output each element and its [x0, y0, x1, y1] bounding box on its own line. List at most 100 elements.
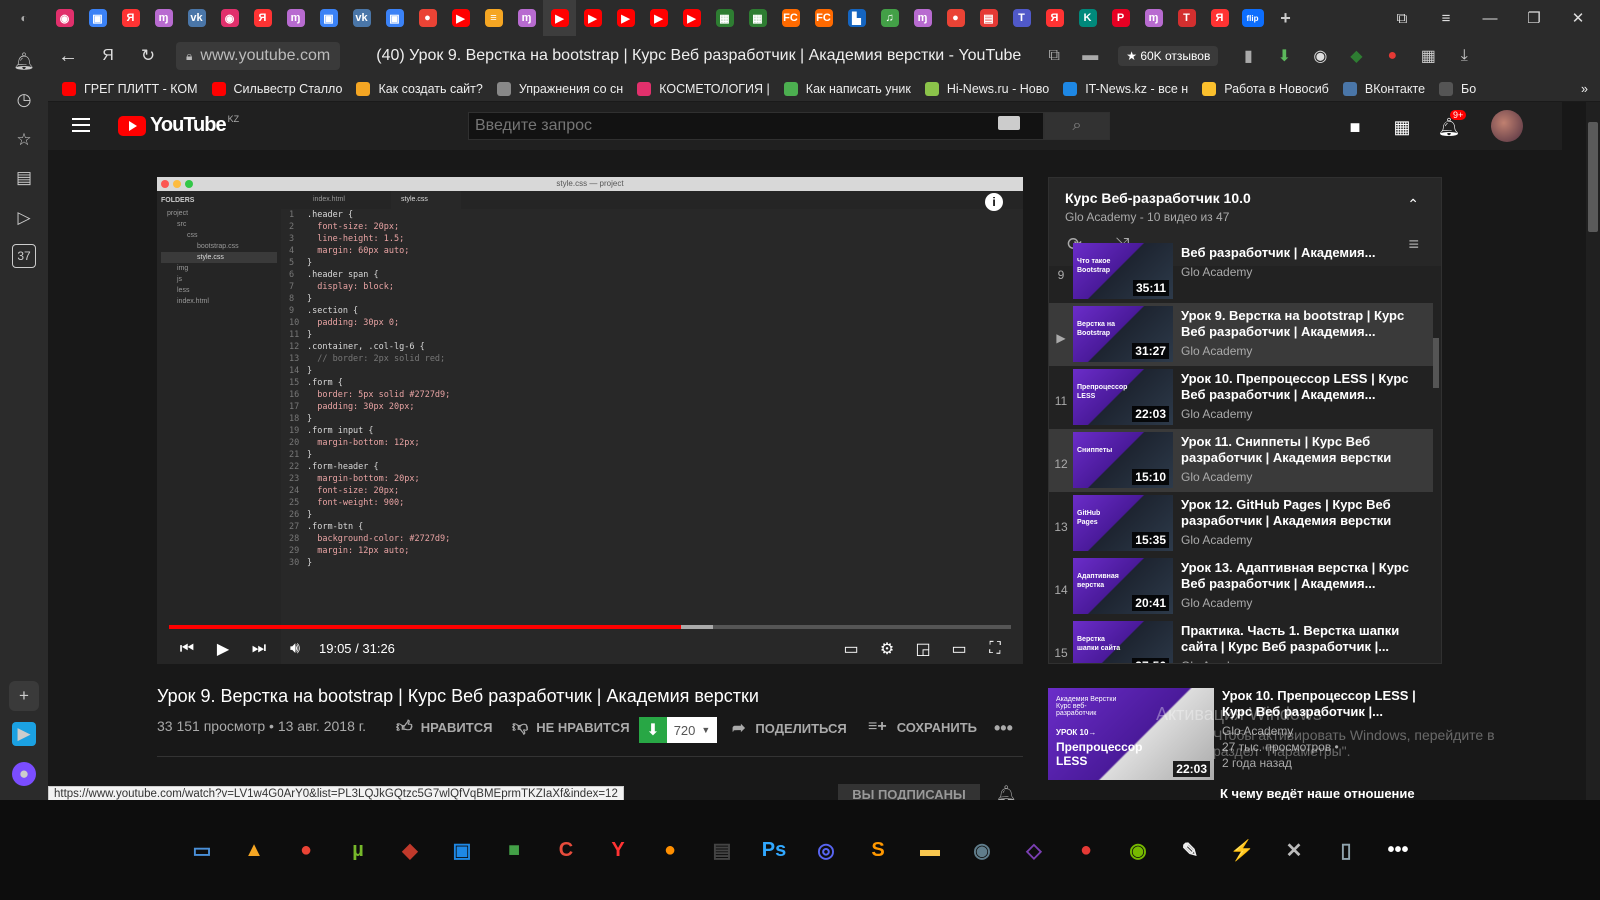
playlist-thumbnail[interactable]: Препроцессор LESS 22:03	[1073, 369, 1173, 425]
add-panel-icon[interactable]: +	[9, 681, 39, 711]
bookmark-item[interactable]: ВКонтакте	[1342, 81, 1425, 96]
avatar[interactable]	[1491, 110, 1523, 142]
progress-bar[interactable]	[169, 625, 1011, 629]
bookmark-item[interactable]: Hi-News.ru - Ново	[924, 81, 1049, 96]
tab-youtube-icon[interactable]: ▶	[642, 0, 675, 36]
calendar-icon[interactable]: 37	[12, 244, 36, 268]
bookmark-item[interactable]: Работа в Новосиб	[1202, 81, 1329, 96]
camera-icon[interactable]: ◉	[960, 828, 1004, 872]
playlist-item-title[interactable]: Урок 11. Сниппеты | Курс Веб разработчик…	[1181, 434, 1431, 466]
tab-chrome-icon[interactable]: ●	[411, 0, 444, 36]
theater-icon[interactable]: ▭	[941, 633, 977, 664]
star-icon[interactable]: ☆	[12, 128, 36, 152]
bulb-ext-icon[interactable]: ◉	[1302, 36, 1338, 76]
notification-bell-icon[interactable]: 🔔︎	[996, 784, 1016, 800]
apps-icon[interactable]: ▦	[1391, 116, 1413, 138]
lightning-icon[interactable]: ⚡	[1220, 828, 1264, 872]
search-button[interactable]: ⌕	[1044, 112, 1110, 140]
tab-m-icon[interactable]: ɱ	[906, 0, 939, 36]
playlist-title[interactable]: Курс Веб-разработчик 10.0	[1065, 190, 1425, 206]
film-icon[interactable]: ▤	[700, 828, 744, 872]
upnext-thumbnail[interactable]: Академия Верстки Курс веб-разработчик УР…	[1048, 688, 1214, 780]
tab-m-icon[interactable]: ɱ	[510, 0, 543, 36]
playlist-item[interactable]: 9 Что такое Bootstrap 35:11 Веб разработчик…	[1049, 240, 1433, 303]
tab-chart-icon[interactable]: ▙	[840, 0, 873, 36]
history-icon[interactable]: ◷	[12, 88, 36, 112]
kaspersky-icon[interactable]: ◆	[388, 828, 432, 872]
menu-icon[interactable]	[72, 118, 90, 132]
scrollbar-thumb[interactable]	[1588, 122, 1598, 232]
share-button[interactable]: ➦ ПОДЕЛИТЬСЯ	[732, 718, 847, 738]
tab-m-icon[interactable]: ɱ	[279, 0, 312, 36]
subtitles-icon[interactable]: ▭	[833, 633, 869, 664]
collapse-icon[interactable]: ⌃	[1407, 196, 1419, 213]
menu-icon[interactable]: ≡	[1424, 0, 1468, 36]
trash-icon[interactable]: ▯	[1324, 828, 1368, 872]
playlist-item[interactable]: 12 Сниппеты 15:10 Урок 11. Сниппеты | Курс …	[1049, 429, 1433, 492]
subscribed-button[interactable]: ВЫ ПОДПИСАНЫ	[838, 784, 980, 800]
playlist-item-title[interactable]: Урок 10. Препроцессор LESS | Курс Веб ра…	[1181, 371, 1431, 403]
app-icon[interactable]: ▶	[12, 722, 36, 746]
tab-youtube-icon[interactable]: ▶	[609, 0, 642, 36]
display-icon[interactable]: ▣	[440, 828, 484, 872]
bookmarks-panel-icon[interactable]: ⧉	[1380, 0, 1424, 36]
fruity-icon[interactable]: ●	[648, 828, 692, 872]
playlist-item-title[interactable]: Веб разработчик | Академия...	[1181, 245, 1431, 261]
chat-icon[interactable]: ▬	[1072, 36, 1108, 76]
bookmark-item[interactable]: Сильвестр Сталло	[211, 81, 342, 96]
miniplayer-icon[interactable]: ◲	[905, 633, 941, 664]
more-bookmarks-icon[interactable]: »	[1581, 82, 1588, 96]
triangle-icon[interactable]: ▲	[232, 828, 276, 872]
tab-grid-icon[interactable]: ▦	[708, 0, 741, 36]
folder-icon[interactable]: ▬	[908, 828, 952, 872]
tab-instagram-icon[interactable]: ◉	[213, 0, 246, 36]
tab-yandex-icon[interactable]: Я	[114, 0, 147, 36]
dislike-button[interactable]: 👎︎ НЕ НРАВИТСЯ	[512, 718, 630, 737]
playlist-thumbnail[interactable]: Верстка на Bootstrap 31:27	[1073, 306, 1173, 362]
playlist-item-title[interactable]: Урок 12. GitHub Pages | Курс Веб разрабо…	[1181, 497, 1431, 529]
next-icon[interactable]: ⏭	[241, 633, 277, 664]
minimize-button[interactable]: —	[1468, 0, 1512, 36]
bookmark-item[interactable]: КОСМЕТОЛОГИЯ |	[637, 81, 770, 96]
downloads-icon[interactable]: ⤓	[1446, 36, 1482, 76]
youtube-logo[interactable]: YouTube KZ	[118, 114, 239, 137]
tab-chat-icon[interactable]: ▣	[81, 0, 114, 36]
tab-yandex-icon[interactable]: Я	[1038, 0, 1071, 36]
nvidia-icon[interactable]: ◉	[1116, 828, 1160, 872]
download-count[interactable]: 720 ▼	[667, 717, 717, 743]
tab-yandex-icon[interactable]: Я	[246, 0, 279, 36]
download-widget[interactable]: ⬇ 720 ▼	[639, 717, 717, 743]
tab-youtube-icon[interactable]: ▶	[576, 0, 609, 36]
playlist-item-title[interactable]: Урок 13. Адаптивная верстка | Курс Веб р…	[1181, 560, 1431, 592]
new-tab-button[interactable]: +	[1269, 0, 1302, 36]
reviews-badge[interactable]: ★ 60K отзывов	[1118, 46, 1219, 66]
tab-m-icon[interactable]: ɱ	[147, 0, 180, 36]
reload-button[interactable]: ↻	[128, 36, 168, 76]
collections-icon[interactable]: ▤	[12, 166, 36, 190]
tab-chat-icon[interactable]: ▣	[312, 0, 345, 36]
back-button[interactable]: ←	[48, 36, 88, 76]
extensions-icon[interactable]: ▦	[1410, 36, 1446, 76]
tab-chat-icon[interactable]: ▣	[378, 0, 411, 36]
more-icon[interactable]: •••	[1376, 828, 1420, 872]
tab-flip-icon[interactable]: flip	[1236, 0, 1269, 36]
sublime-icon[interactable]: S	[856, 828, 900, 872]
tab-pinterest-icon[interactable]: P	[1104, 0, 1137, 36]
fullscreen-icon[interactable]: ⛶	[977, 633, 1013, 664]
previous-icon[interactable]: ⏮	[169, 633, 205, 664]
playlist-thumbnail[interactable]: Сниппеты 15:10	[1073, 432, 1173, 488]
visualstudio-icon[interactable]: ◇	[1012, 828, 1056, 872]
tab-k-icon[interactable]: K	[1071, 0, 1104, 36]
save-button[interactable]: ≡+ СОХРАНИТЬ	[868, 718, 977, 736]
page-scrollbar[interactable]	[1586, 102, 1600, 800]
tab-fc-icon[interactable]: FC	[807, 0, 840, 36]
bookmark-item[interactable]: Упражнения со сн	[496, 81, 623, 96]
tab-youtube-icon[interactable]: ▶	[444, 0, 477, 36]
playlist-thumbnail[interactable]: Что такое Bootstrap 35:11	[1073, 243, 1173, 299]
search-input[interactable]	[468, 112, 1044, 140]
chrome-icon[interactable]: ●	[284, 828, 328, 872]
playlist-thumbnail[interactable]: Адаптивная верстка 20:41	[1073, 558, 1173, 614]
alice-icon[interactable]: ●	[12, 762, 36, 786]
playlist-item[interactable]: 15 Верстка шапки сайта 37:56 Практика. Част…	[1049, 618, 1433, 663]
playlist-thumbnail[interactable]: Верстка шапки сайта 37:56	[1073, 621, 1173, 663]
